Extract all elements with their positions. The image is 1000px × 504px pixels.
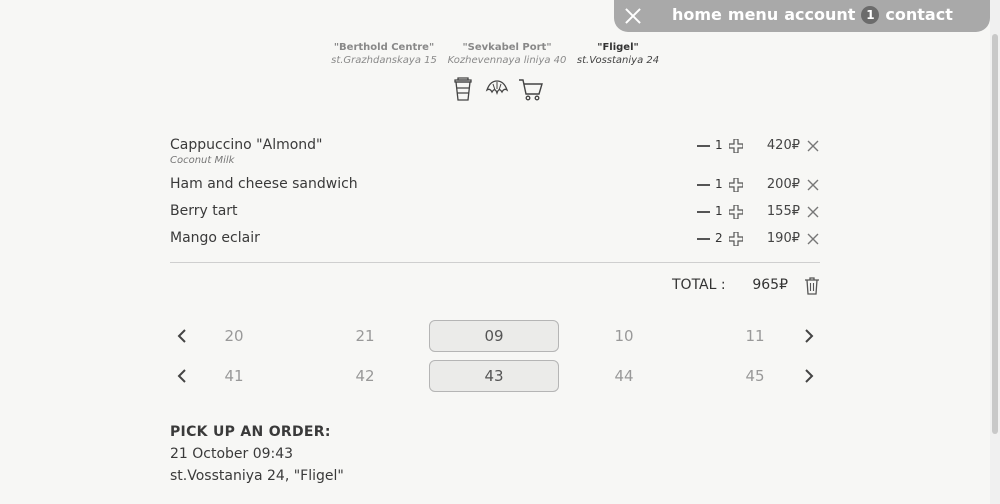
item-price: 155₽ (766, 204, 800, 219)
item-qty: 2 (715, 231, 723, 245)
minute-picker: 41 42 43 44 45 (170, 360, 820, 392)
category-icons (450, 76, 544, 102)
minute-option[interactable]: 41 (204, 367, 264, 385)
decrease-qty-button[interactable] (697, 211, 710, 213)
chevron-right-icon[interactable] (801, 328, 817, 344)
nav-links: home menu account 1 contact (672, 5, 959, 24)
location-fligel[interactable]: "Fligel" st.Vosstaniya 24 (572, 42, 664, 66)
scrollbar-thumb[interactable] (992, 34, 998, 434)
top-nav: home menu account 1 contact (614, 0, 990, 32)
remove-item-icon[interactable] (807, 179, 819, 191)
coffee-cup-icon[interactable] (450, 76, 476, 102)
order-item: Ham and cheese sandwich 1 200₽ (170, 176, 820, 196)
item-qty: 1 (715, 204, 723, 218)
close-icon[interactable] (622, 5, 644, 27)
pickup-title: PICK UP AN ORDER: (170, 424, 331, 440)
nav-link-account[interactable]: account (784, 5, 855, 24)
croissant-icon[interactable] (484, 76, 510, 102)
increase-qty-icon[interactable] (729, 232, 743, 246)
cart-icon[interactable] (518, 76, 544, 102)
increase-qty-icon[interactable] (729, 139, 743, 153)
hour-option[interactable]: 10 (594, 327, 654, 345)
item-price: 420₽ (766, 138, 800, 153)
item-qty: 1 (715, 177, 723, 191)
cart-count-badge[interactable]: 1 (861, 5, 880, 24)
pickup-datetime: 21 October 09:43 (170, 446, 294, 462)
divider (170, 262, 820, 263)
decrease-qty-button[interactable] (697, 145, 710, 147)
item-price: 190₽ (766, 231, 800, 246)
remove-item-icon[interactable] (807, 206, 819, 218)
trash-icon[interactable] (804, 277, 820, 295)
hour-option[interactable]: 21 (335, 327, 395, 345)
chevron-left-icon[interactable] (174, 368, 190, 384)
location-address: st.Grazhdanskaya 15 (331, 55, 437, 66)
pickup-summary: PICK UP AN ORDER: 21 October 09:43 st.Vo… (170, 424, 344, 484)
minute-option[interactable]: 42 (335, 367, 395, 385)
remove-item-icon[interactable] (807, 140, 819, 152)
item-name: Cappuccino "Almond" (170, 137, 323, 153)
hour-selected[interactable]: 09 (429, 320, 559, 352)
nav-link-menu[interactable]: menu (728, 5, 778, 24)
total-value: 965₽ (752, 277, 788, 293)
nav-link-contact[interactable]: contact (885, 5, 952, 24)
location-name: "Sevkabel Port" (462, 42, 552, 53)
remove-item-icon[interactable] (807, 233, 819, 245)
minute-option[interactable]: 44 (594, 367, 654, 385)
location-address: Kozhevennaya liniya 40 (447, 55, 567, 66)
hour-option[interactable]: 20 (204, 327, 264, 345)
decrease-qty-button[interactable] (697, 238, 710, 240)
order-item: Berry tart 1 155₽ (170, 203, 820, 223)
item-price: 200₽ (766, 177, 800, 192)
hour-picker: 20 21 09 10 11 (170, 320, 820, 352)
location-address: st.Vosstaniya 24 (576, 55, 660, 66)
minute-option[interactable]: 45 (725, 367, 785, 385)
item-name: Mango eclair (170, 230, 260, 246)
pickup-place: st.Vosstaniya 24, "Fligel" (170, 468, 344, 484)
location-name: "Berthold Centre" (333, 42, 435, 53)
increase-qty-icon[interactable] (729, 205, 743, 219)
scrollbar[interactable] (990, 0, 1000, 504)
hour-option[interactable]: 11 (725, 327, 785, 345)
item-name: Berry tart (170, 203, 238, 219)
item-option: Coconut Milk (170, 155, 235, 166)
location-name: "Fligel" (597, 42, 639, 53)
chevron-right-icon[interactable] (801, 368, 817, 384)
item-qty: 1 (715, 138, 723, 152)
increase-qty-icon[interactable] (729, 178, 743, 192)
item-name: Ham and cheese sandwich (170, 176, 358, 192)
nav-link-home[interactable]: home (672, 5, 722, 24)
location-sevkabel[interactable]: "Sevkabel Port" Kozhevennaya liniya 40 (443, 42, 571, 66)
order-item: Mango eclair 2 190₽ (170, 230, 820, 250)
decrease-qty-button[interactable] (697, 184, 710, 186)
total-label: TOTAL : (672, 277, 726, 293)
order-item: Cappuccino "Almond" Coconut Milk 1 420₽ (170, 137, 820, 166)
minute-selected[interactable]: 43 (429, 360, 559, 392)
location-berthold[interactable]: "Berthold Centre" st.Grazhdanskaya 15 (326, 42, 442, 66)
chevron-left-icon[interactable] (174, 328, 190, 344)
